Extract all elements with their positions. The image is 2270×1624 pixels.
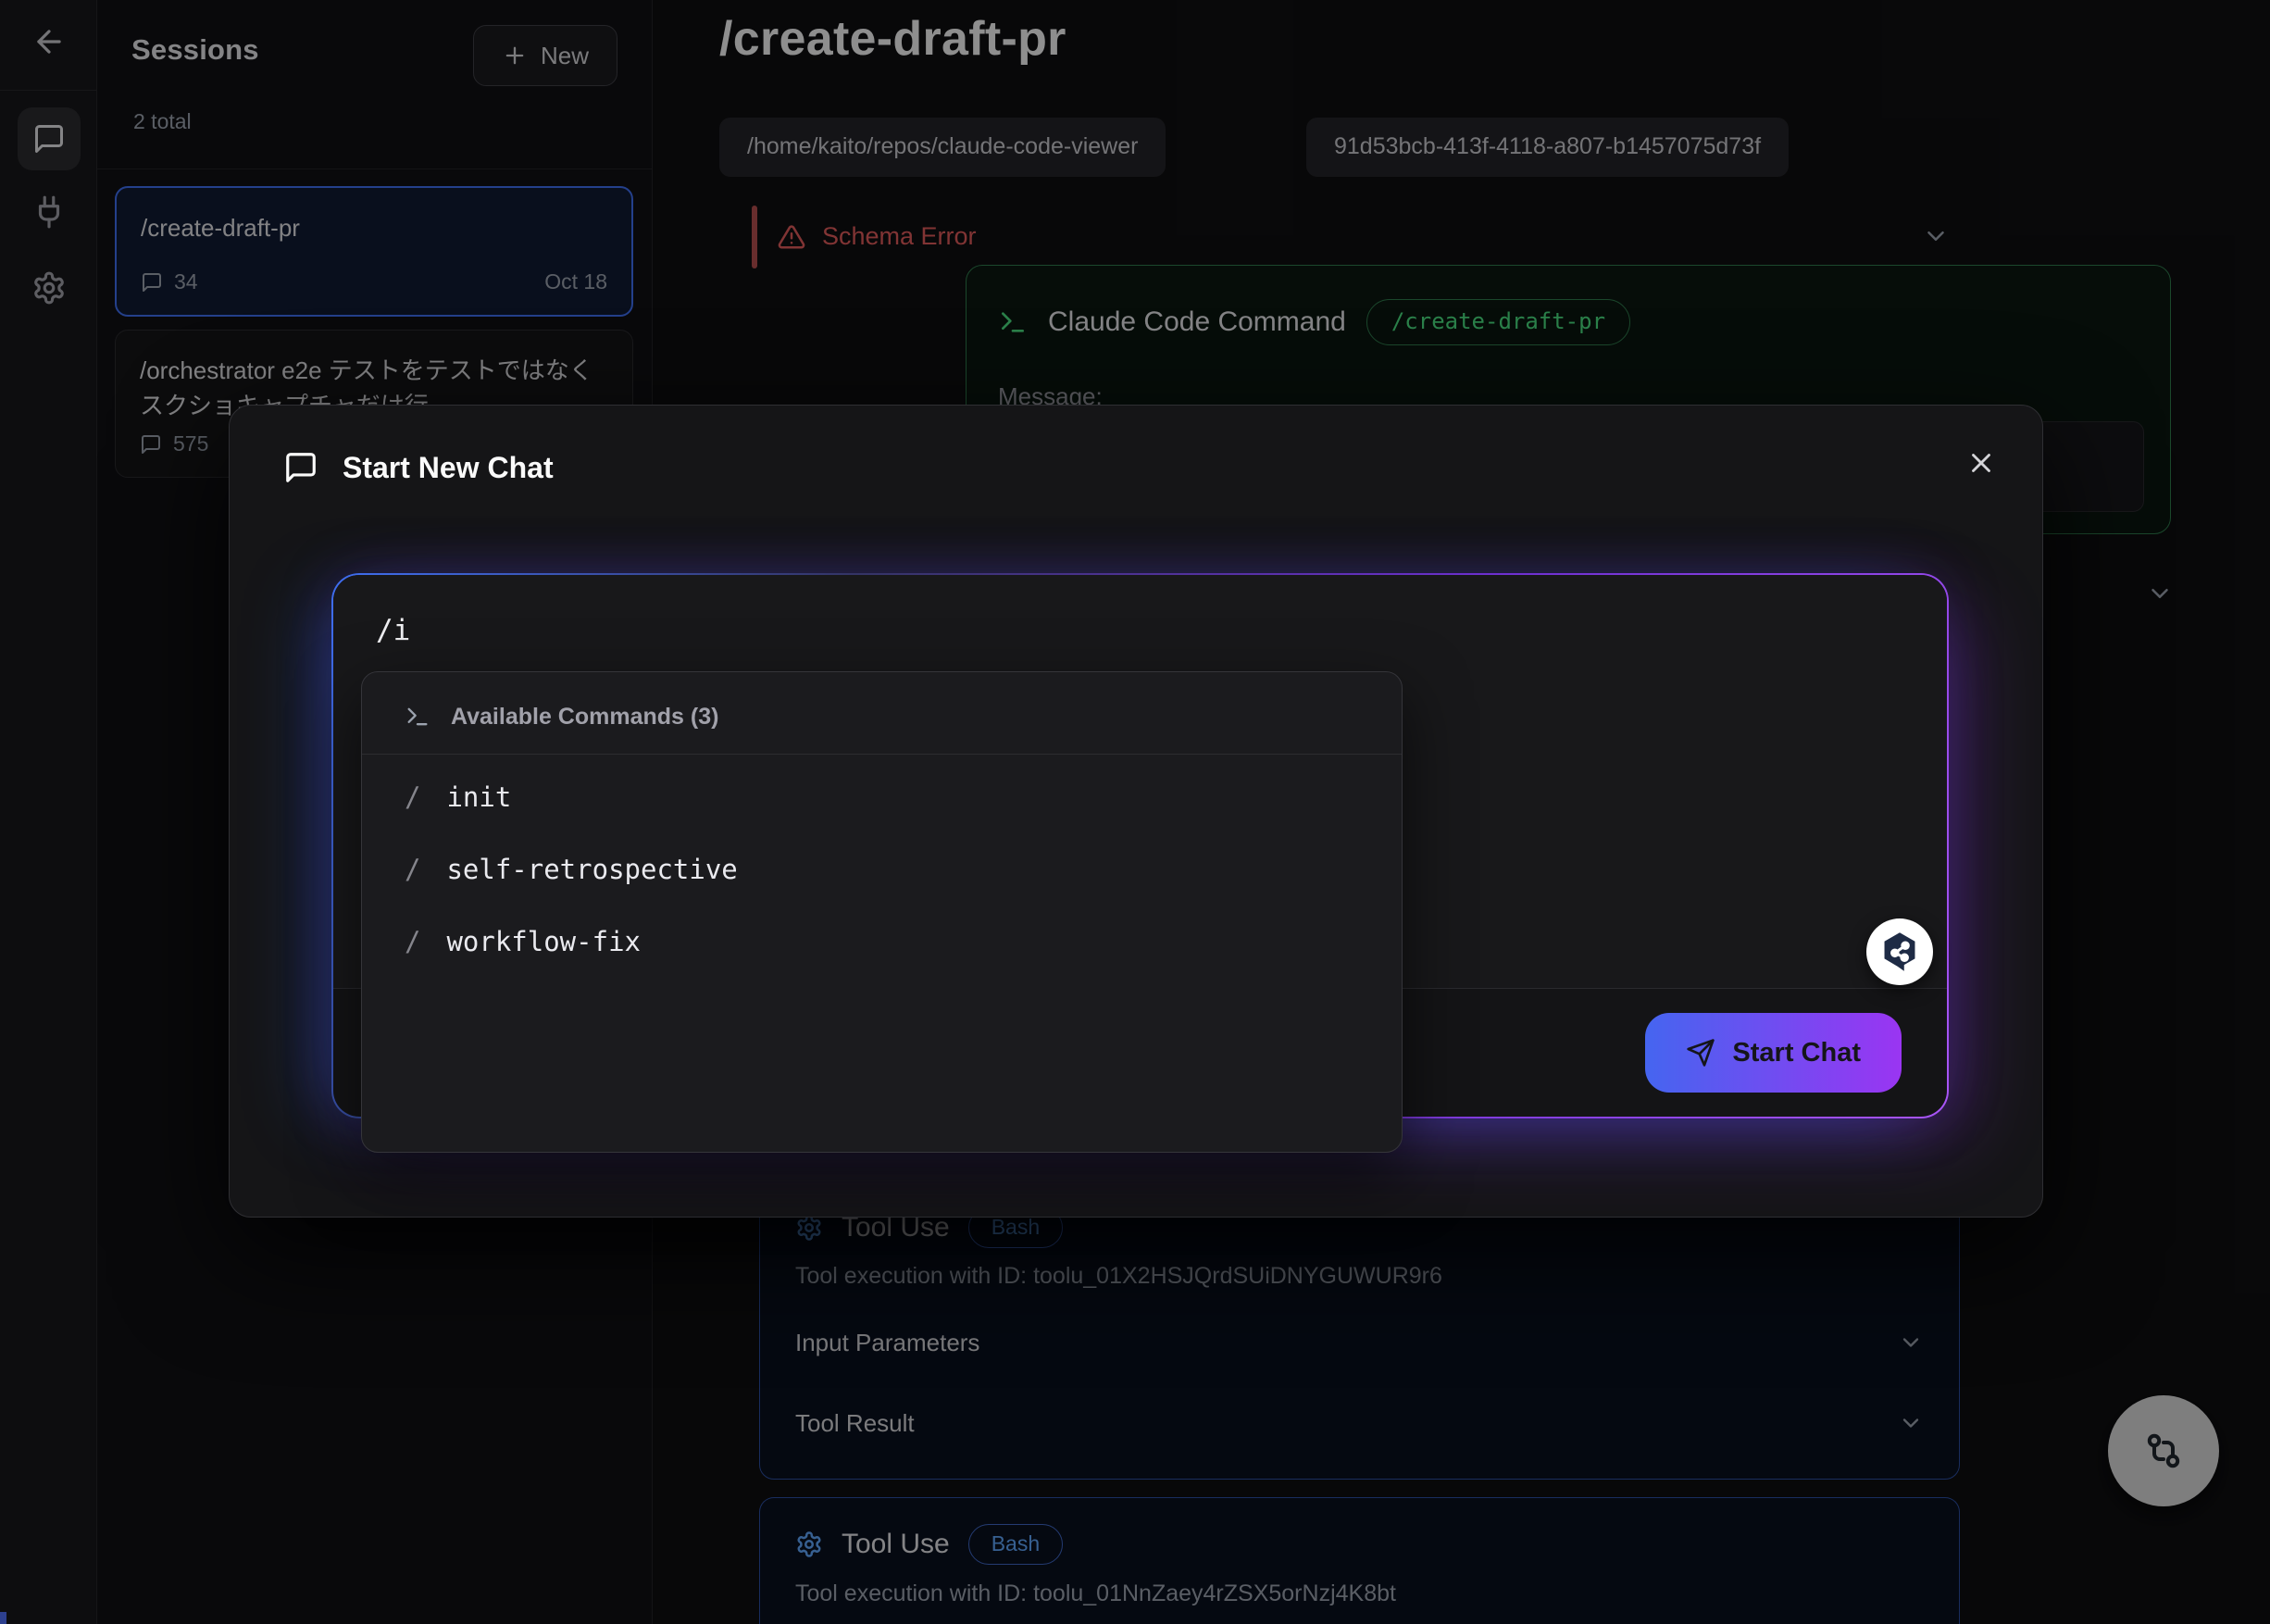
send-icon bbox=[1686, 1038, 1715, 1068]
command-name: self-retrospective bbox=[446, 854, 737, 885]
divider bbox=[362, 754, 1402, 755]
command-slash: / bbox=[405, 926, 420, 957]
close-button[interactable] bbox=[1955, 437, 2007, 489]
commands-dropdown-header: Available Commands (3) bbox=[405, 696, 718, 737]
terminal-icon bbox=[405, 704, 430, 730]
start-chat-label: Start Chat bbox=[1732, 1038, 1861, 1068]
app-screen: Sessions New 2 total /create-draft-pr 34… bbox=[0, 0, 2270, 1624]
start-new-chat-modal: Start New Chat /i Start Chat bbox=[229, 405, 2043, 1218]
typed-input-value: /i bbox=[376, 614, 410, 647]
command-name: workflow-fix bbox=[446, 926, 641, 957]
command-slash: / bbox=[405, 781, 420, 813]
close-icon bbox=[1965, 447, 1997, 479]
modal-title: Start New Chat bbox=[343, 451, 554, 485]
hexagon-chat-share-logo-icon bbox=[1876, 928, 1924, 976]
command-option-self-retrospective[interactable]: / self-retrospective bbox=[362, 837, 1402, 902]
command-name: init bbox=[446, 781, 511, 813]
extension-logo-button[interactable] bbox=[1866, 918, 1933, 985]
command-option-init[interactable]: / init bbox=[362, 765, 1402, 830]
commands-header-label: Available Commands (3) bbox=[451, 704, 718, 731]
command-option-workflow-fix[interactable]: / workflow-fix bbox=[362, 909, 1402, 974]
command-slash: / bbox=[405, 854, 420, 885]
start-chat-button[interactable]: Start Chat bbox=[1645, 1013, 1902, 1093]
modal-header: Start New Chat bbox=[283, 450, 554, 485]
chat-bubble-icon bbox=[283, 450, 318, 485]
available-commands-dropdown: Available Commands (3) / init / self-ret… bbox=[361, 671, 1403, 1153]
